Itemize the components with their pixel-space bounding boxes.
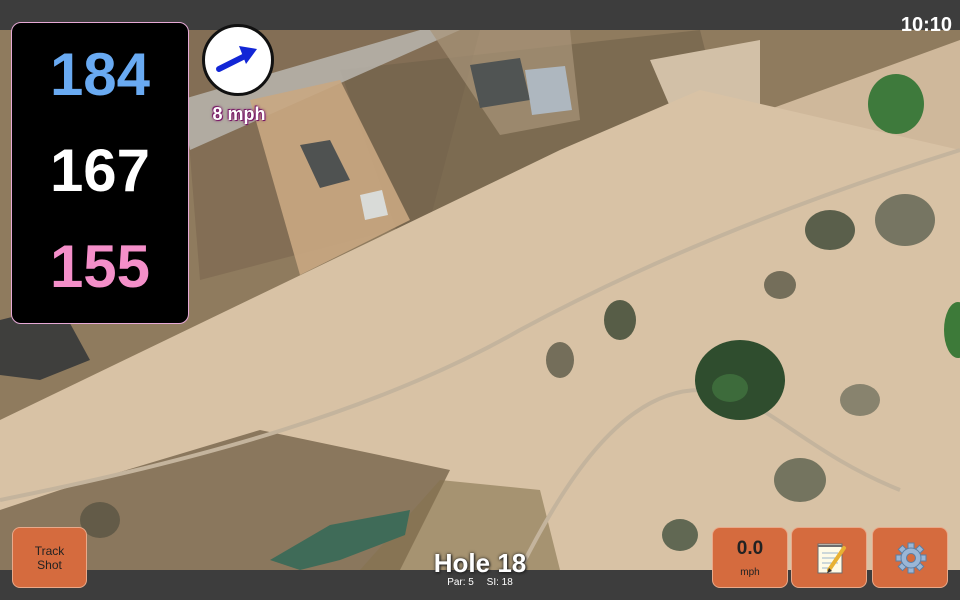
wind-arrow-icon xyxy=(216,46,257,72)
distance-middle: 167 xyxy=(49,137,151,204)
speed-unit: mph xyxy=(740,567,760,578)
hole-stroke-index: SI: 18 xyxy=(486,577,513,588)
hole-info: Par: 5 SI: 18 xyxy=(380,577,580,588)
distance-back: 184 xyxy=(49,41,151,108)
status-clock: 10:10 xyxy=(900,14,952,36)
speed-button[interactable]: 0.0 mph xyxy=(712,527,788,588)
notes-button[interactable] xyxy=(791,527,867,588)
gear-icon xyxy=(895,542,927,574)
notepad-icon xyxy=(817,543,846,574)
wind-indicator xyxy=(202,24,274,96)
settings-button[interactable] xyxy=(872,527,948,588)
distance-panel: 184 167 155 xyxy=(11,22,189,324)
distance-front: 155 xyxy=(49,233,151,300)
hole-par: Par: 5 xyxy=(447,577,474,588)
speed-value: 0.0 xyxy=(736,538,764,559)
track-shot-label-line1: Track xyxy=(34,543,65,558)
track-shot-button[interactable]: Track Shot xyxy=(12,527,87,588)
wind-speed-label: 8 mph xyxy=(212,104,266,124)
track-shot-label-line2: Shot xyxy=(37,557,62,572)
hole-title: Hole 18 xyxy=(433,548,527,578)
